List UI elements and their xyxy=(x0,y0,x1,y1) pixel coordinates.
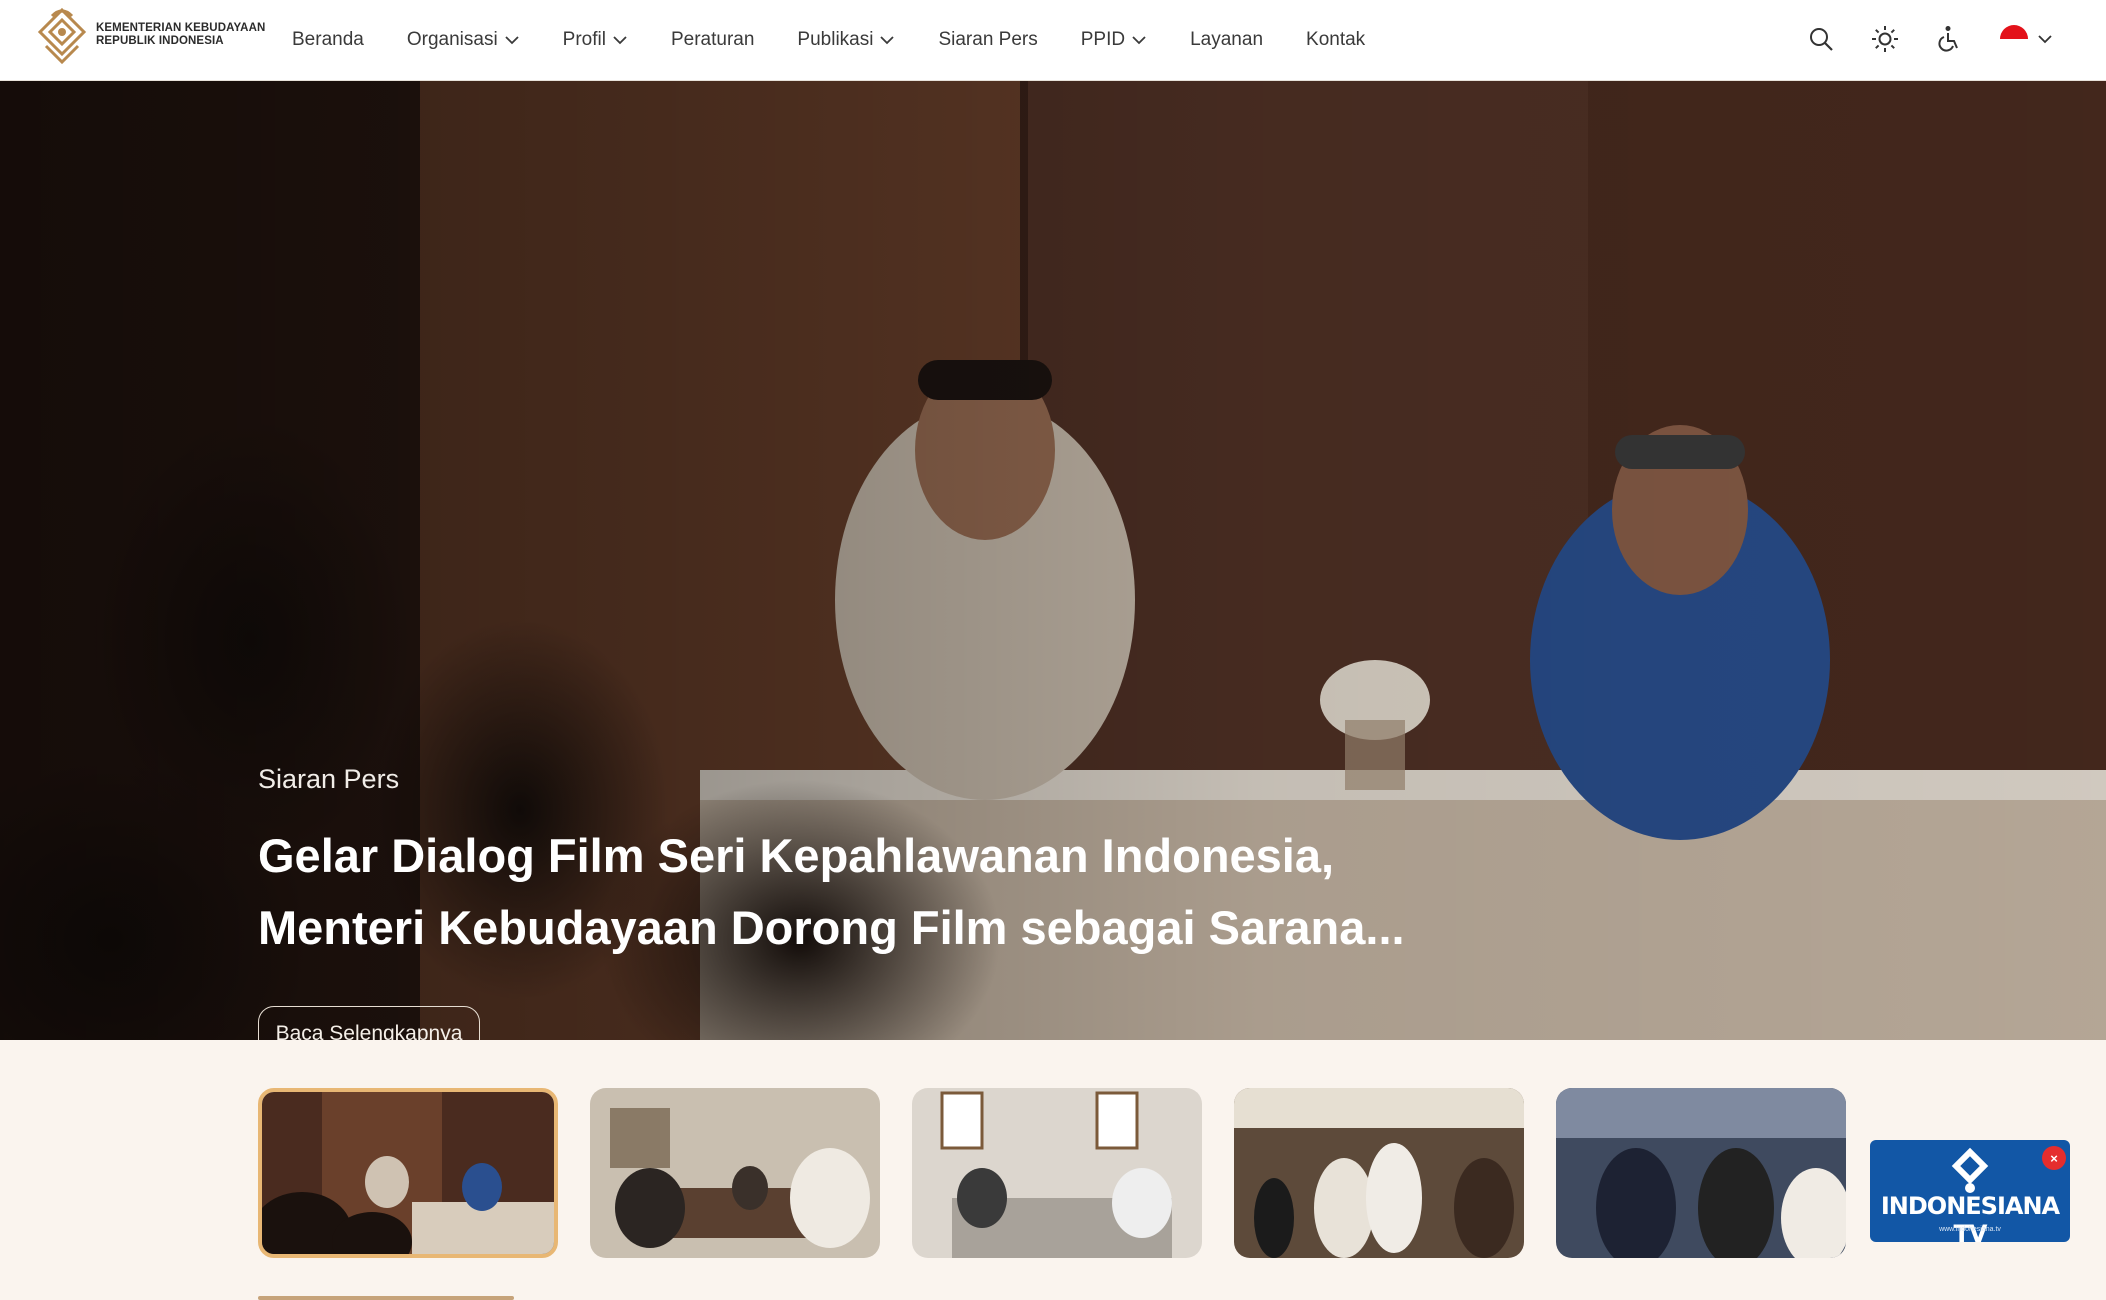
thumbnail-1[interactable] xyxy=(258,1088,558,1258)
hero-category: Siaran Pers xyxy=(258,764,400,794)
thumbnail-3[interactable] xyxy=(912,1088,1202,1258)
ministry-name: KEMENTERIAN KEBUDAYAAN REPUBLIK INDONESI… xyxy=(96,22,265,48)
read-more-button[interactable]: Baca Selengkapnya xyxy=(258,1006,480,1040)
nav-organisasi[interactable]: Organisasi xyxy=(407,29,520,51)
ministry-name-line2: REPUBLIK INDONESIA xyxy=(96,35,224,47)
nav-layanan[interactable]: Layanan xyxy=(1190,29,1263,51)
nav-label: Publikasi xyxy=(797,29,874,50)
ad-url: www.indonesiana.tv xyxy=(1939,1226,2001,1233)
nav-label: Peraturan xyxy=(670,29,755,50)
nav-beranda[interactable]: Beranda xyxy=(292,29,364,51)
search-icon xyxy=(1810,28,1833,51)
nav-label: Beranda xyxy=(292,29,364,50)
thumbnail-image xyxy=(590,1088,880,1258)
nav-peraturan[interactable]: Peraturan xyxy=(671,29,754,51)
ad-brand: INDONESIANA TV xyxy=(1880,1192,2060,1242)
thumbnail-5[interactable] xyxy=(1556,1088,1846,1258)
thumbnail-image xyxy=(1234,1088,1524,1258)
nav-publikasi[interactable]: Publikasi xyxy=(797,29,895,51)
thumbnail-image xyxy=(1556,1088,1846,1258)
thumbnail-image xyxy=(262,1092,554,1254)
close-ad-button[interactable]: × xyxy=(2042,1146,2066,1170)
nav-ppid[interactable]: PPID xyxy=(1081,29,1147,51)
accessibility-button[interactable] xyxy=(1932,22,1966,56)
nav-label: PPID xyxy=(1080,29,1126,50)
thumbnail-image xyxy=(912,1088,1202,1258)
nav-siaran-pers[interactable]: Siaran Pers xyxy=(938,29,1037,51)
chevron-down-icon xyxy=(880,36,895,45)
accessibility-icon xyxy=(1938,26,1958,52)
theme-toggle-button[interactable] xyxy=(1868,22,1902,56)
nav-label: Siaran Pers xyxy=(938,29,1038,50)
slider-progress-bar xyxy=(258,1296,514,1300)
language-selector[interactable] xyxy=(1996,22,2056,56)
nav-kontak[interactable]: Kontak xyxy=(1306,29,1365,51)
hero-title[interactable]: Gelar Dialog Film Seri Kepahlawanan Indo… xyxy=(258,820,1438,964)
nav-label: Organisasi xyxy=(406,29,498,50)
search-button[interactable] xyxy=(1804,22,1838,56)
hero-title-line1: Gelar Dialog Film Seri Kepahlawanan Indo… xyxy=(258,829,1335,882)
ministry-logo[interactable] xyxy=(32,6,92,72)
sun-icon xyxy=(1872,26,1898,52)
hero-title-line2: Menteri Kebudayaan Dorong Film sebagai S… xyxy=(258,901,1405,954)
chevron-down-icon xyxy=(505,36,519,45)
indonesiana-tv-ad[interactable]: × INDONESIANA TV www.indonesiana.tv xyxy=(1870,1140,2070,1242)
main-nav: Beranda Organisasi Profil Peraturan Publ… xyxy=(292,0,1408,80)
nav-label: Profil xyxy=(562,29,606,50)
thumbnail-2[interactable] xyxy=(590,1088,880,1258)
chevron-down-icon xyxy=(1132,36,1146,45)
slider-thumbnails: × INDONESIANA TV www.indonesiana.tv xyxy=(0,1040,2106,1300)
top-header: KEMENTERIAN KEBUDAYAAN REPUBLIK INDONESI… xyxy=(0,0,2106,80)
ministry-name-line1: KEMENTERIAN KEBUDAYAAN xyxy=(96,22,266,34)
thumbnail-4[interactable] xyxy=(1234,1088,1524,1258)
chevron-down-icon xyxy=(2038,35,2052,44)
indonesia-flag-icon xyxy=(2000,25,2028,53)
hero-slider: Siaran Pers Gelar Dialog Film Seri Kepah… xyxy=(0,80,2106,1040)
nav-profil[interactable]: Profil xyxy=(563,29,628,51)
nav-label: Kontak xyxy=(1306,29,1366,50)
chevron-down-icon xyxy=(613,36,627,45)
nav-label: Layanan xyxy=(1190,29,1264,50)
